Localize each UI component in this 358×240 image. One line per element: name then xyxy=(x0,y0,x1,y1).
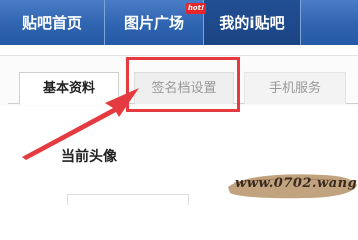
avatar-frame xyxy=(67,194,189,205)
current-avatar-heading: 当前头像 xyxy=(61,149,117,165)
watermark-text: www.0702.wang xyxy=(235,176,358,191)
annotation-arrow-icon xyxy=(22,88,139,160)
